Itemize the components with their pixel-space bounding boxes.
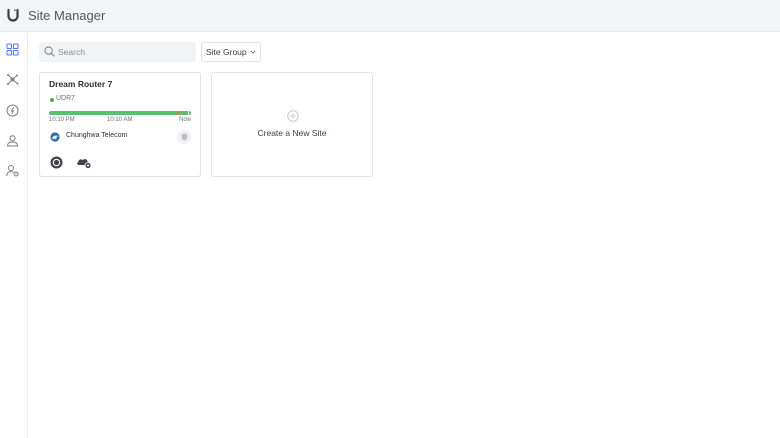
isp-logo-icon <box>50 132 60 142</box>
device-model: UDR7 <box>56 95 76 102</box>
grid-icon <box>6 43 19 56</box>
uptime-divider <box>188 111 189 115</box>
uptime-tick-middle: 10:10 AM <box>107 117 133 123</box>
site-name: Dream Router 7 <box>49 79 113 89</box>
app-title: Site Manager <box>28 8 106 23</box>
uptime-tick-start: 10:10 PM <box>49 117 75 123</box>
search-input[interactable] <box>58 44 190 60</box>
sidebar-item-dashboard[interactable] <box>5 42 20 57</box>
top-bar: Site Manager <box>0 0 780 32</box>
search-field[interactable] <box>39 42 196 62</box>
uptime-tick-end: Now <box>179 117 192 123</box>
cloud-gateway-icon[interactable] <box>76 156 92 169</box>
create-site-card[interactable]: Create a New Site <box>211 72 373 177</box>
plus-circle-icon <box>287 110 299 122</box>
uptime-bar[interactable] <box>49 111 191 115</box>
security-badge[interactable] <box>177 130 191 144</box>
sidebar <box>0 32 28 438</box>
uptime-incident-mark <box>177 111 179 115</box>
router-device-icon[interactable] <box>50 156 63 169</box>
site-group-label: Site Group <box>206 47 247 57</box>
site-card[interactable]: Dream Router 7 UDR7 10:10 PM 10:10 AM No… <box>39 72 201 177</box>
search-icon <box>44 46 55 57</box>
network-icon <box>7 74 19 85</box>
sidebar-item-isp[interactable] <box>5 103 20 118</box>
sidebar-item-admins[interactable] <box>5 163 20 178</box>
sidebar-item-topology[interactable] <box>5 72 20 87</box>
user-settings-icon <box>6 165 19 177</box>
user-icon <box>6 135 19 147</box>
isp-name: Chunghwa Telecom <box>66 132 128 139</box>
online-status-dot <box>50 98 54 102</box>
chevron-down-icon <box>250 50 256 54</box>
shield-icon <box>181 133 187 141</box>
ubiquiti-logo-icon[interactable] <box>7 9 19 22</box>
speed-icon <box>6 104 19 117</box>
sidebar-item-users[interactable] <box>5 133 20 148</box>
create-site-label: Create a New Site <box>257 128 327 138</box>
site-group-dropdown[interactable]: Site Group <box>201 42 261 62</box>
